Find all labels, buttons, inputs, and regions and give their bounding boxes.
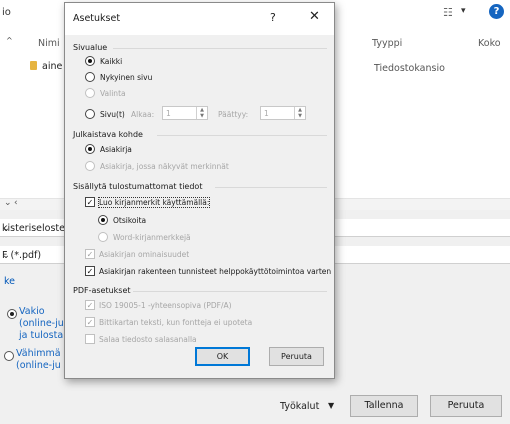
- options-dialog: Asetukset ? ✕ Sivualue Kaikki Nykyinen s…: [64, 2, 335, 379]
- bitmap-text-checkbox[interactable]: ✓: [85, 317, 95, 327]
- word-bookmarks-radio[interactable]: [98, 232, 108, 242]
- column-header-name[interactable]: Nimi: [38, 38, 60, 49]
- chevron-down-icon[interactable]: ⌄: [2, 250, 10, 261]
- headings-label[interactable]: Otsikoita: [113, 216, 146, 225]
- document-markup-radio[interactable]: [85, 161, 95, 171]
- scroll-left-icon[interactable]: ‹: [14, 198, 18, 208]
- headings-radio[interactable]: [98, 215, 108, 225]
- spinner-arrows-icon[interactable]: ▲ ▼: [294, 107, 305, 119]
- doc-properties-checkbox[interactable]: ✓: [85, 249, 95, 259]
- file-name[interactable]: aine: [42, 61, 62, 72]
- options-link[interactable]: ke: [4, 276, 15, 287]
- pages-radio[interactable]: [85, 109, 95, 119]
- minimum-radio-label[interactable]: Vähimmä (online-ju: [16, 348, 61, 372]
- dialog-title: Asetukset: [73, 13, 121, 24]
- doc-properties-label: Asiakirjan ominaisuudet: [99, 250, 190, 259]
- document-markup-label: Asiakirja, jossa näkyvät merkinnät: [100, 162, 229, 171]
- view-options-icon[interactable]: ☷: [443, 6, 453, 19]
- folder-icon: [30, 61, 37, 70]
- save-as-title-fragment: io: [2, 7, 11, 18]
- document-label[interactable]: Asiakirja: [100, 145, 132, 154]
- standard-radio[interactable]: [7, 309, 17, 319]
- document-radio[interactable]: [85, 144, 95, 154]
- to-label: Päättyy:: [218, 110, 249, 119]
- column-header-size[interactable]: Koko: [478, 38, 501, 49]
- minimum-radio[interactable]: [4, 351, 14, 361]
- ok-button[interactable]: OK: [195, 347, 250, 366]
- all-pages-label[interactable]: Kaikki: [100, 57, 122, 66]
- structure-tags-checkbox[interactable]: ✓: [85, 266, 95, 276]
- create-bookmarks-label[interactable]: Luo kirjanmerkit käyttämällä:: [97, 197, 211, 208]
- close-icon[interactable]: ✕: [309, 9, 320, 24]
- file-type: Tiedostokansio: [374, 63, 445, 74]
- view-options-dropdown-icon[interactable]: ▾: [461, 6, 466, 16]
- selection-radio[interactable]: [85, 88, 95, 98]
- chevron-down-icon[interactable]: ⌄: [4, 198, 12, 208]
- non-printing-group-label: Sisällytä tulostumattomat tiedot: [73, 182, 203, 191]
- help-button[interactable]: ?: [270, 11, 276, 24]
- iso-label: ISO 19005-1 -yhteensopiva (PDF/A): [99, 301, 232, 310]
- structure-tags-label[interactable]: Asiakirjan rakenteen tunnisteet helppokä…: [99, 267, 331, 276]
- encrypt-label: Salaa tiedosto salasanalla: [99, 335, 197, 344]
- divider: [215, 187, 327, 188]
- all-pages-radio[interactable]: [85, 56, 95, 66]
- current-page-label[interactable]: Nykyinen sivu: [100, 73, 152, 82]
- divider: [133, 291, 327, 292]
- iso-checkbox[interactable]: ✓: [85, 300, 95, 310]
- word-bookmarks-label: Word-kirjanmerkkejä: [113, 233, 191, 242]
- chevron-down-icon[interactable]: ⌄: [2, 223, 10, 234]
- current-page-radio[interactable]: [85, 72, 95, 82]
- from-page-spinner[interactable]: 1 ▲ ▼: [162, 106, 208, 120]
- options-titlebar: Asetukset ? ✕: [65, 3, 334, 35]
- from-page-value[interactable]: 1: [166, 109, 171, 118]
- pages-label[interactable]: Sivu(t): [100, 110, 125, 119]
- column-header-type[interactable]: Tyyppi: [372, 38, 402, 49]
- divider: [113, 48, 327, 49]
- standard-radio-label[interactable]: Vakio (online-ju ja tulosta: [19, 306, 64, 342]
- divider: [157, 135, 327, 136]
- selection-label: Valinta: [100, 89, 126, 98]
- sort-up-icon: ^: [6, 36, 13, 45]
- encrypt-checkbox[interactable]: [85, 334, 95, 344]
- help-icon[interactable]: ?: [489, 4, 504, 19]
- spinner-arrows-icon[interactable]: ▲ ▼: [196, 107, 207, 119]
- page-range-group-label: Sivualue: [73, 43, 108, 52]
- bitmap-text-label: Bittikartan teksti, kun fontteja ei upot…: [99, 318, 253, 327]
- tools-menu[interactable]: Työkalut: [280, 401, 319, 412]
- save-button[interactable]: Tallenna: [350, 395, 418, 417]
- from-label: Alkaa:: [131, 110, 155, 119]
- to-page-value[interactable]: 1: [264, 109, 269, 118]
- publish-group-label: Julkaistava kohde: [73, 130, 143, 139]
- chevron-down-icon[interactable]: ▼: [328, 401, 334, 410]
- dialog-cancel-button[interactable]: Peruuta: [269, 347, 324, 366]
- cancel-button[interactable]: Peruuta: [430, 395, 502, 417]
- pdf-options-group-label: PDF-asetukset: [73, 286, 131, 295]
- create-bookmarks-checkbox[interactable]: ✓: [85, 197, 95, 207]
- to-page-spinner[interactable]: 1 ▲ ▼: [260, 106, 306, 120]
